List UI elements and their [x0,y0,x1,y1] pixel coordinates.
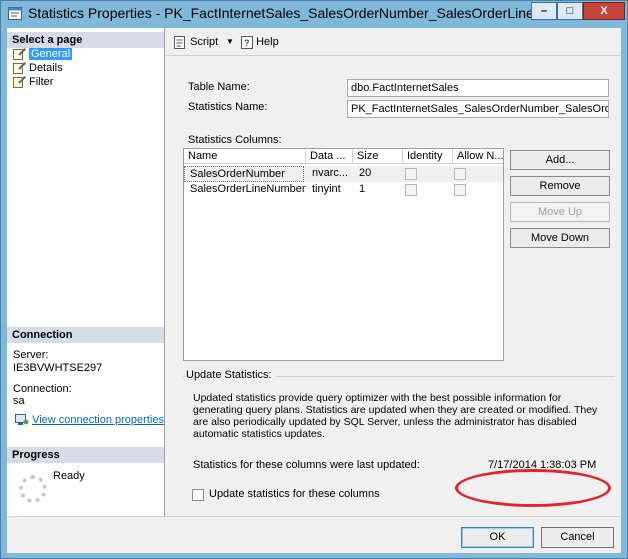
connection-value: sa [13,395,25,407]
cancel-button[interactable]: Cancel [541,527,614,548]
row-data-type-cell: nvarc... [312,167,349,179]
update-statistics-header: Update Statistics: [186,369,276,381]
toolbar: Script ▼ ? Help [166,28,621,56]
script-icon [174,35,185,49]
close-button[interactable]: X [583,2,625,20]
remove-button[interactable]: Remove [510,176,610,196]
statistics-properties-window: Statistics Properties - PK_FactInternetS… [0,0,628,559]
table-name-field[interactable]: dbo.FactInternetSales [347,79,609,97]
row-identity-checkbox[interactable] [405,184,417,196]
view-connection-properties-link[interactable]: View connection properties [32,414,164,426]
row-identity-checkbox[interactable] [405,168,417,180]
window-title: Statistics Properties - PK_FactInternetS… [28,5,583,21]
progress-spinner-icon [19,475,47,503]
last-updated-label: Statistics for these columns were last u… [193,459,420,471]
page-item-details[interactable]: Details [13,61,63,75]
script-label: Script [190,36,219,48]
row-size-cell: 20 [359,167,372,179]
table-row[interactable]: SalesOrderLineNumber tinyint 1 [184,182,503,198]
server-value: IE3BVWHTSE297 [13,362,103,374]
script-button[interactable]: Script [173,35,218,51]
row-name-cell: SalesOrderLineNumber [190,183,306,195]
connection-properties-icon [15,414,29,426]
update-statistics-checkbox[interactable] [192,489,204,501]
update-statistics-description: Updated statistics provide query optimiz… [193,392,598,440]
column-header-identity[interactable]: Identity [403,149,453,164]
move-down-button[interactable]: Move Down [510,228,610,248]
page-wrench-icon [13,76,26,88]
page-item-filter[interactable]: Filter [13,75,53,89]
table-name-label: Table Name: [188,81,250,93]
progress-header: Progress [7,447,164,463]
statistics-name-field[interactable]: PK_FactInternetSales_SalesOrderNumber_Sa… [347,100,609,118]
update-statistics-checkbox-label[interactable]: Update statistics for these columns [209,488,380,500]
general-page-panel: Table Name: dbo.FactInternetSales Statis… [172,74,615,510]
help-icon: ? [241,35,253,49]
dialog-client-area: Select a page General Details Filter Con… [7,28,621,553]
script-dropdown-chevron-icon[interactable]: ▼ [226,35,234,51]
maximize-button[interactable]: □ [557,2,583,20]
left-pane: Select a page General Details Filter Con… [7,28,165,553]
statistics-columns-grid[interactable]: Name Data ... Size Identity Allow N... S… [183,148,504,361]
add-button[interactable]: Add... [510,150,610,170]
page-item-label: Details [29,62,63,74]
page-item-label: General [29,48,73,60]
progress-status: Ready [53,470,85,482]
column-header-data-type[interactable]: Data ... [306,149,353,164]
dialog-footer: OK Cancel [7,516,621,553]
select-a-page-header: Select a page [7,32,164,48]
title-bar[interactable]: Statistics Properties - PK_FactInternetS… [1,1,627,27]
column-header-size[interactable]: Size [353,149,403,164]
properties-window-icon [8,7,22,20]
statistics-name-label: Statistics Name: [188,101,268,113]
page-wrench-icon [13,62,26,74]
page-wrench-icon [13,48,26,60]
move-up-button[interactable]: Move Up [510,202,610,222]
server-label: Server: [13,349,49,361]
view-connection-properties[interactable]: View connection properties [15,414,164,426]
row-size-cell: 1 [359,183,366,195]
column-header-name[interactable]: Name [184,149,306,164]
ok-button[interactable]: OK [461,527,534,548]
help-label: Help [256,36,279,48]
page-item-general[interactable]: General [13,47,73,61]
statistics-columns-label: Statistics Columns: [188,134,282,146]
row-allow-nulls-checkbox[interactable] [454,168,466,180]
row-data-type-cell: tinyint [312,183,341,195]
svg-text:?: ? [244,38,250,48]
column-header-allow-nulls[interactable]: Allow N... [453,149,503,164]
minimize-button[interactable]: – [531,2,557,20]
help-button[interactable]: ? Help [241,35,279,51]
row-name-cell: SalesOrderNumber [184,166,304,182]
annotation-highlight-ellipse [455,469,611,507]
grid-header: Name Data ... Size Identity Allow N... [184,149,503,164]
page-item-label: Filter [29,76,54,88]
connection-label: Connection: [13,383,72,395]
connection-header: Connection [7,327,164,343]
row-allow-nulls-checkbox[interactable] [454,184,466,196]
right-pane: Script ▼ ? Help Table Name: dbo.FactInte… [166,28,621,516]
table-row[interactable]: SalesOrderNumber nvarc... 20 [184,166,503,182]
